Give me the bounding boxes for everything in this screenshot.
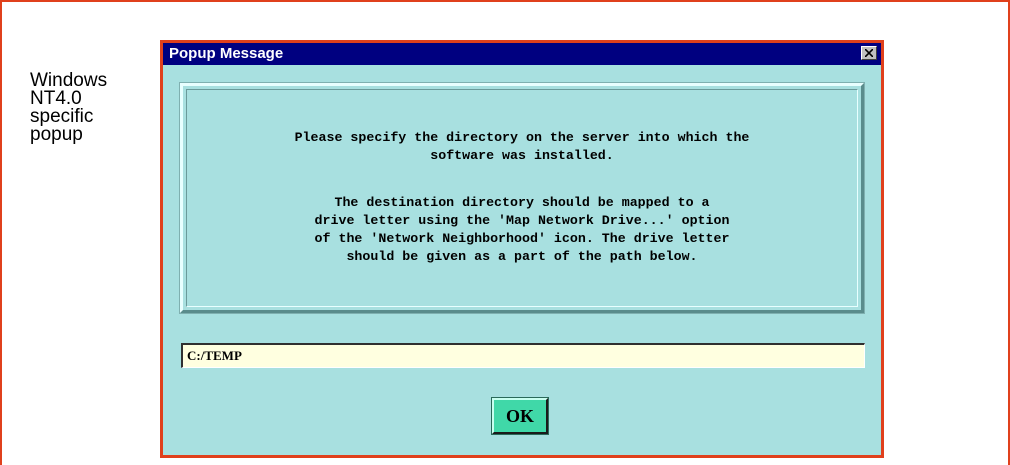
dialog-title: Popup Message <box>169 45 284 62</box>
dialog-titlebar[interactable]: Popup Message <box>163 43 881 65</box>
close-x-icon <box>865 49 873 57</box>
message-paragraph-1: Please specify the directory on the serv… <box>294 130 750 163</box>
message-panel: Please specify the directory on the serv… <box>179 82 865 314</box>
message-paragraph-2: The destination directory should be mapp… <box>314 195 730 264</box>
side-note: Windows NT4.0 specific popup <box>30 70 108 145</box>
close-button[interactable] <box>861 46 877 60</box>
ok-button[interactable]: OK <box>491 397 549 435</box>
message-panel-inner: Please specify the directory on the serv… <box>186 89 858 307</box>
path-input[interactable] <box>181 343 865 368</box>
popup-dialog: Popup Message Please specify the directo… <box>160 40 884 458</box>
